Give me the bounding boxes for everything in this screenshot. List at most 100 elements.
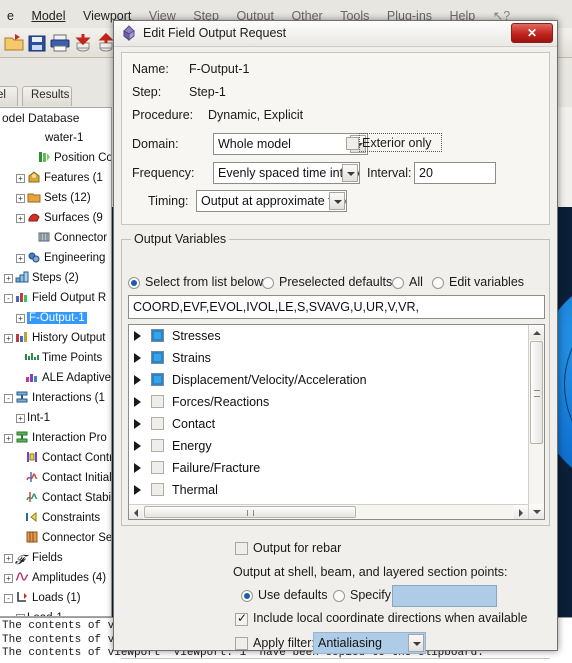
output-category-rows[interactable]: Stresses Strains Displacement/Velocity/Acc… <box>129 325 528 501</box>
tree-item-steps-2[interactable]: + Steps (2) <box>0 268 111 288</box>
tree-item-water-1[interactable]: water-1 <box>0 128 111 148</box>
expand-arrow-icon[interactable] <box>134 397 141 407</box>
save-icon[interactable] <box>26 32 48 54</box>
filter-combo[interactable]: Antialiasing <box>313 632 426 654</box>
list-horizontal-scrollbar[interactable] <box>129 504 528 519</box>
expand-icon[interactable]: + <box>4 273 13 283</box>
interval-input[interactable]: 20 <box>414 162 496 184</box>
horizontal-scroll-thumb[interactable] <box>144 506 356 518</box>
apply-filter-label[interactable]: Apply filter: <box>253 636 315 650</box>
collapse-icon[interactable]: - <box>4 593 13 603</box>
output-category-checkbox[interactable] <box>151 417 164 430</box>
expand-arrow-icon[interactable] <box>134 331 141 341</box>
model-tree-list[interactable]: water-1 Position Co + Features (1 + Sets (12)… <box>0 128 111 616</box>
frequency-combo[interactable]: Evenly spaced time intervals <box>213 162 360 184</box>
edit-field-output-request-dialog[interactable]: Edit Field Output Request ✕ Name: F-Outp… <box>113 20 558 660</box>
output-category-list[interactable]: Stresses Strains Displacement/Velocity/Acc… <box>128 324 545 520</box>
expand-icon[interactable]: + <box>4 433 13 443</box>
tree-item-connector[interactable]: Connector <box>0 228 111 248</box>
expand-icon[interactable]: + <box>4 573 13 583</box>
expand-icon[interactable]: + <box>16 253 25 263</box>
output-category-checkbox[interactable] <box>151 351 164 364</box>
expand-arrow-icon[interactable] <box>134 353 141 363</box>
apply-filter-checkbox[interactable] <box>235 637 248 650</box>
specify-section-points-input[interactable] <box>392 585 497 607</box>
tree-item-ale-adaptive[interactable]: ALE Adaptive <box>0 368 111 388</box>
tree-item-history-output[interactable]: + History Output <box>0 328 111 348</box>
menu-model[interactable]: Model <box>24 9 72 23</box>
output-category-row[interactable]: Forces/Reactions <box>129 391 528 413</box>
expand-arrow-icon[interactable] <box>134 375 141 385</box>
output-for-rebar-checkbox[interactable] <box>235 542 248 555</box>
include-local-coords-label[interactable]: Include local coordinate directions when… <box>253 611 527 625</box>
scroll-down-icon[interactable] <box>529 504 544 519</box>
tree-item-time-points[interactable]: Time Points <box>0 348 111 368</box>
radio-use-defaults-label[interactable]: Use defaults <box>258 588 327 602</box>
output-category-row[interactable]: Energy <box>129 435 528 457</box>
dialog-title-bar[interactable]: Edit Field Output Request ✕ <box>114 21 557 47</box>
output-category-checkbox[interactable] <box>151 373 164 386</box>
tree-item-loads-1[interactable]: - Loads (1) <box>0 588 111 608</box>
output-for-rebar-label[interactable]: Output for rebar <box>253 541 341 555</box>
expand-icon[interactable]: + <box>16 213 25 223</box>
expand-arrow-icon[interactable] <box>134 419 141 429</box>
exterior-only-label[interactable]: Exterior only <box>362 136 431 150</box>
domain-combo[interactable]: Whole model <box>213 133 368 155</box>
tree-item-contact-initiali[interactable]: Contact Initiali <box>0 468 111 488</box>
include-local-coords-checkbox[interactable] <box>235 611 248 626</box>
expand-arrow-icon[interactable] <box>134 441 141 451</box>
tree-item-amplitudes-4[interactable]: + Amplitudes (4) <box>0 568 111 588</box>
tree-item-features-1[interactable]: + Features (1 <box>0 168 111 188</box>
import-icon[interactable] <box>72 32 94 54</box>
output-category-checkbox[interactable] <box>151 439 164 452</box>
output-category-row[interactable]: Contact <box>129 413 528 435</box>
tree-item-int-1[interactable]: + Int-1 <box>0 408 111 428</box>
variables-text-input[interactable]: COORD,EVF,EVOL,IVOL,LE,S,SVAVG,U,UR,V,VR… <box>128 295 545 319</box>
scroll-left-icon[interactable] <box>129 505 143 519</box>
expand-icon[interactable]: + <box>4 333 13 343</box>
expand-icon[interactable]: + <box>4 553 13 563</box>
collapse-icon[interactable]: - <box>4 293 13 303</box>
radio-preselected-defaults[interactable] <box>262 277 274 289</box>
open-folder-icon[interactable] <box>3 32 25 54</box>
expand-icon[interactable]: + <box>16 193 25 203</box>
scroll-right-icon[interactable] <box>514 505 528 519</box>
chevron-down-icon[interactable] <box>408 634 424 652</box>
output-category-row[interactable]: Thermal <box>129 479 528 501</box>
chevron-down-icon[interactable] <box>329 192 345 210</box>
tree-item-field-output-r[interactable]: - Field Output R <box>0 288 111 308</box>
tree-item-engineering[interactable]: + Engineering <box>0 248 111 268</box>
radio-all[interactable] <box>392 277 404 289</box>
exterior-only-checkbox[interactable] <box>346 137 359 150</box>
tab-model[interactable]: el <box>0 86 18 106</box>
radio-use-defaults[interactable] <box>241 590 253 602</box>
tree-item-surfaces-9[interactable]: + Surfaces (9 <box>0 208 111 228</box>
list-vertical-scrollbar[interactable] <box>528 325 544 519</box>
output-category-checkbox[interactable] <box>151 483 164 496</box>
output-category-checkbox[interactable] <box>151 395 164 408</box>
tree-item-position-co[interactable]: Position Co <box>0 148 111 168</box>
tree-item-interaction-pro[interactable]: + Interaction Pro <box>0 428 111 448</box>
tree-item-fields[interactable]: + 𝓕 Fields <box>0 548 111 568</box>
vertical-scroll-thumb[interactable] <box>530 341 543 444</box>
radio-edit-variables[interactable] <box>432 277 444 289</box>
expand-arrow-icon[interactable] <box>134 463 141 473</box>
output-category-row[interactable]: Strains <box>129 347 528 369</box>
menu-file[interactable]: e <box>0 9 21 23</box>
tree-item-connector-sec[interactable]: Connector Sec <box>0 528 111 548</box>
module-tabs[interactable]: el Results <box>0 86 120 108</box>
tab-results[interactable]: Results <box>22 86 72 106</box>
close-icon[interactable]: ✕ <box>511 23 553 43</box>
collapse-icon[interactable]: - <box>4 393 13 403</box>
expand-arrow-icon[interactable] <box>134 485 141 495</box>
radio-select-from-list-label[interactable]: Select from list below <box>145 275 263 289</box>
timing-combo[interactable]: Output at approximate times <box>196 190 347 212</box>
scroll-up-icon[interactable] <box>529 325 544 340</box>
output-category-checkbox[interactable] <box>151 329 164 342</box>
tree-item-contact-contro[interactable]: Contact Contro <box>0 448 111 468</box>
radio-specify-label[interactable]: Specify: <box>350 588 394 602</box>
tree-item-sets-12[interactable]: + Sets (12) <box>0 188 111 208</box>
tree-item-f-output-1[interactable]: + F-Output-1 <box>0 308 111 328</box>
tree-item-interactions-1[interactable]: - Interactions (1 <box>0 388 111 408</box>
output-category-row[interactable]: Stresses <box>129 325 528 347</box>
